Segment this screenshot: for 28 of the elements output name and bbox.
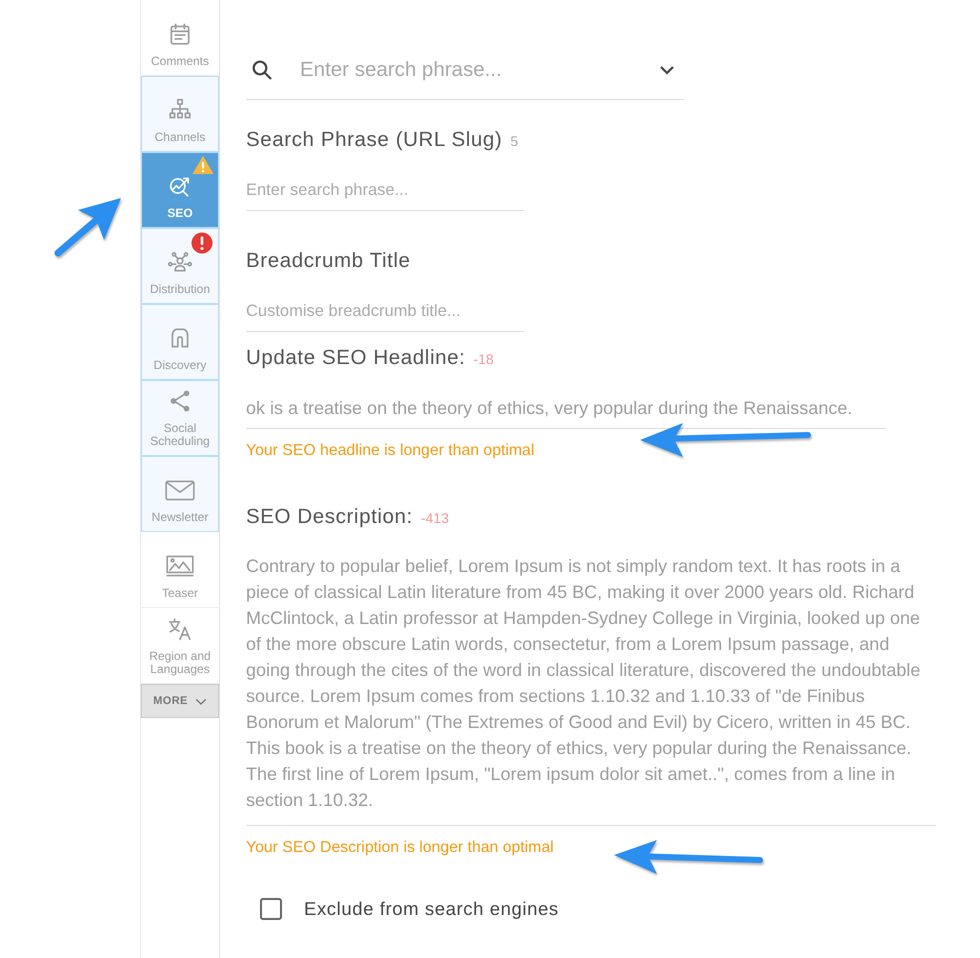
checkbox[interactable] [260, 898, 282, 920]
text-input[interactable]: ok is a treatise on the theory of ethics, very popular during the Renaissance. [246, 392, 886, 429]
character-count: -413 [420, 510, 449, 526]
warning-message: Your SEO Description is longer than optimal [246, 839, 554, 856]
textarea-field[interactable]: Contrary to popular belief, Lorem Ipsum is not simply random text. It has roots in a piece of classical Latin literature from 45 BC, making it over 2000 years old. Richard McClintock, a Latin professor at Hampden-Sydney College in Virginia, looked up one of the more obscure Latin words, consectetur, from a Lorem Ipsum passage, and going through the cites of the word in classical literature, discovered the undoubtable source. Lorem Ipsum comes from sections 1.10.32 and 1.10.33 of "de Finibus Bonorum et Malorum" (The Extremes of Good and Evil) by Cicero, written in 45 BC. This book is a treatise on the theory of ethics, very popular during the Renaissance. The first line of Lorem Ipsum, "Lorem ipsum dolor sit amet..", comes from a line in section 1.10.32. [246, 553, 936, 826]
text-input[interactable]: Enter search phrase... [246, 174, 524, 211]
chevron-icon[interactable] [659, 64, 675, 74]
image-icon [164, 553, 196, 579]
character-count: 5 [510, 133, 518, 149]
sidebar-item[interactable]: Channels [141, 76, 219, 152]
search-icon [251, 58, 273, 80]
translate-icon [167, 616, 193, 642]
more-button[interactable]: MORE [141, 684, 219, 718]
search-field[interactable]: Enter search phrase... [300, 56, 639, 82]
field-label: SEO Description: [246, 505, 413, 529]
sidebar-item[interactable]: SEO [141, 152, 219, 228]
sidebar-item[interactable]: Distribution [141, 228, 219, 304]
text-input[interactable]: Customise breadcrumb title... [246, 295, 524, 332]
field-label: Update SEO Headline: [246, 346, 466, 370]
checkbox-label: Exclude from search engines [304, 898, 559, 920]
chevron-icon [194, 696, 207, 706]
sidebar-item[interactable]: Discovery [141, 304, 219, 380]
sidebar-item[interactable]: Newsletter [141, 456, 219, 532]
character-count: -18 [473, 351, 494, 367]
field-label: Breadcrumb Title [246, 249, 411, 273]
field-label: Search Phrase (URL Slug) [246, 128, 502, 152]
sidebar-item[interactable]: Social Scheduling [141, 380, 219, 456]
warning-message: Your SEO headline is longer than optimal [246, 442, 534, 459]
